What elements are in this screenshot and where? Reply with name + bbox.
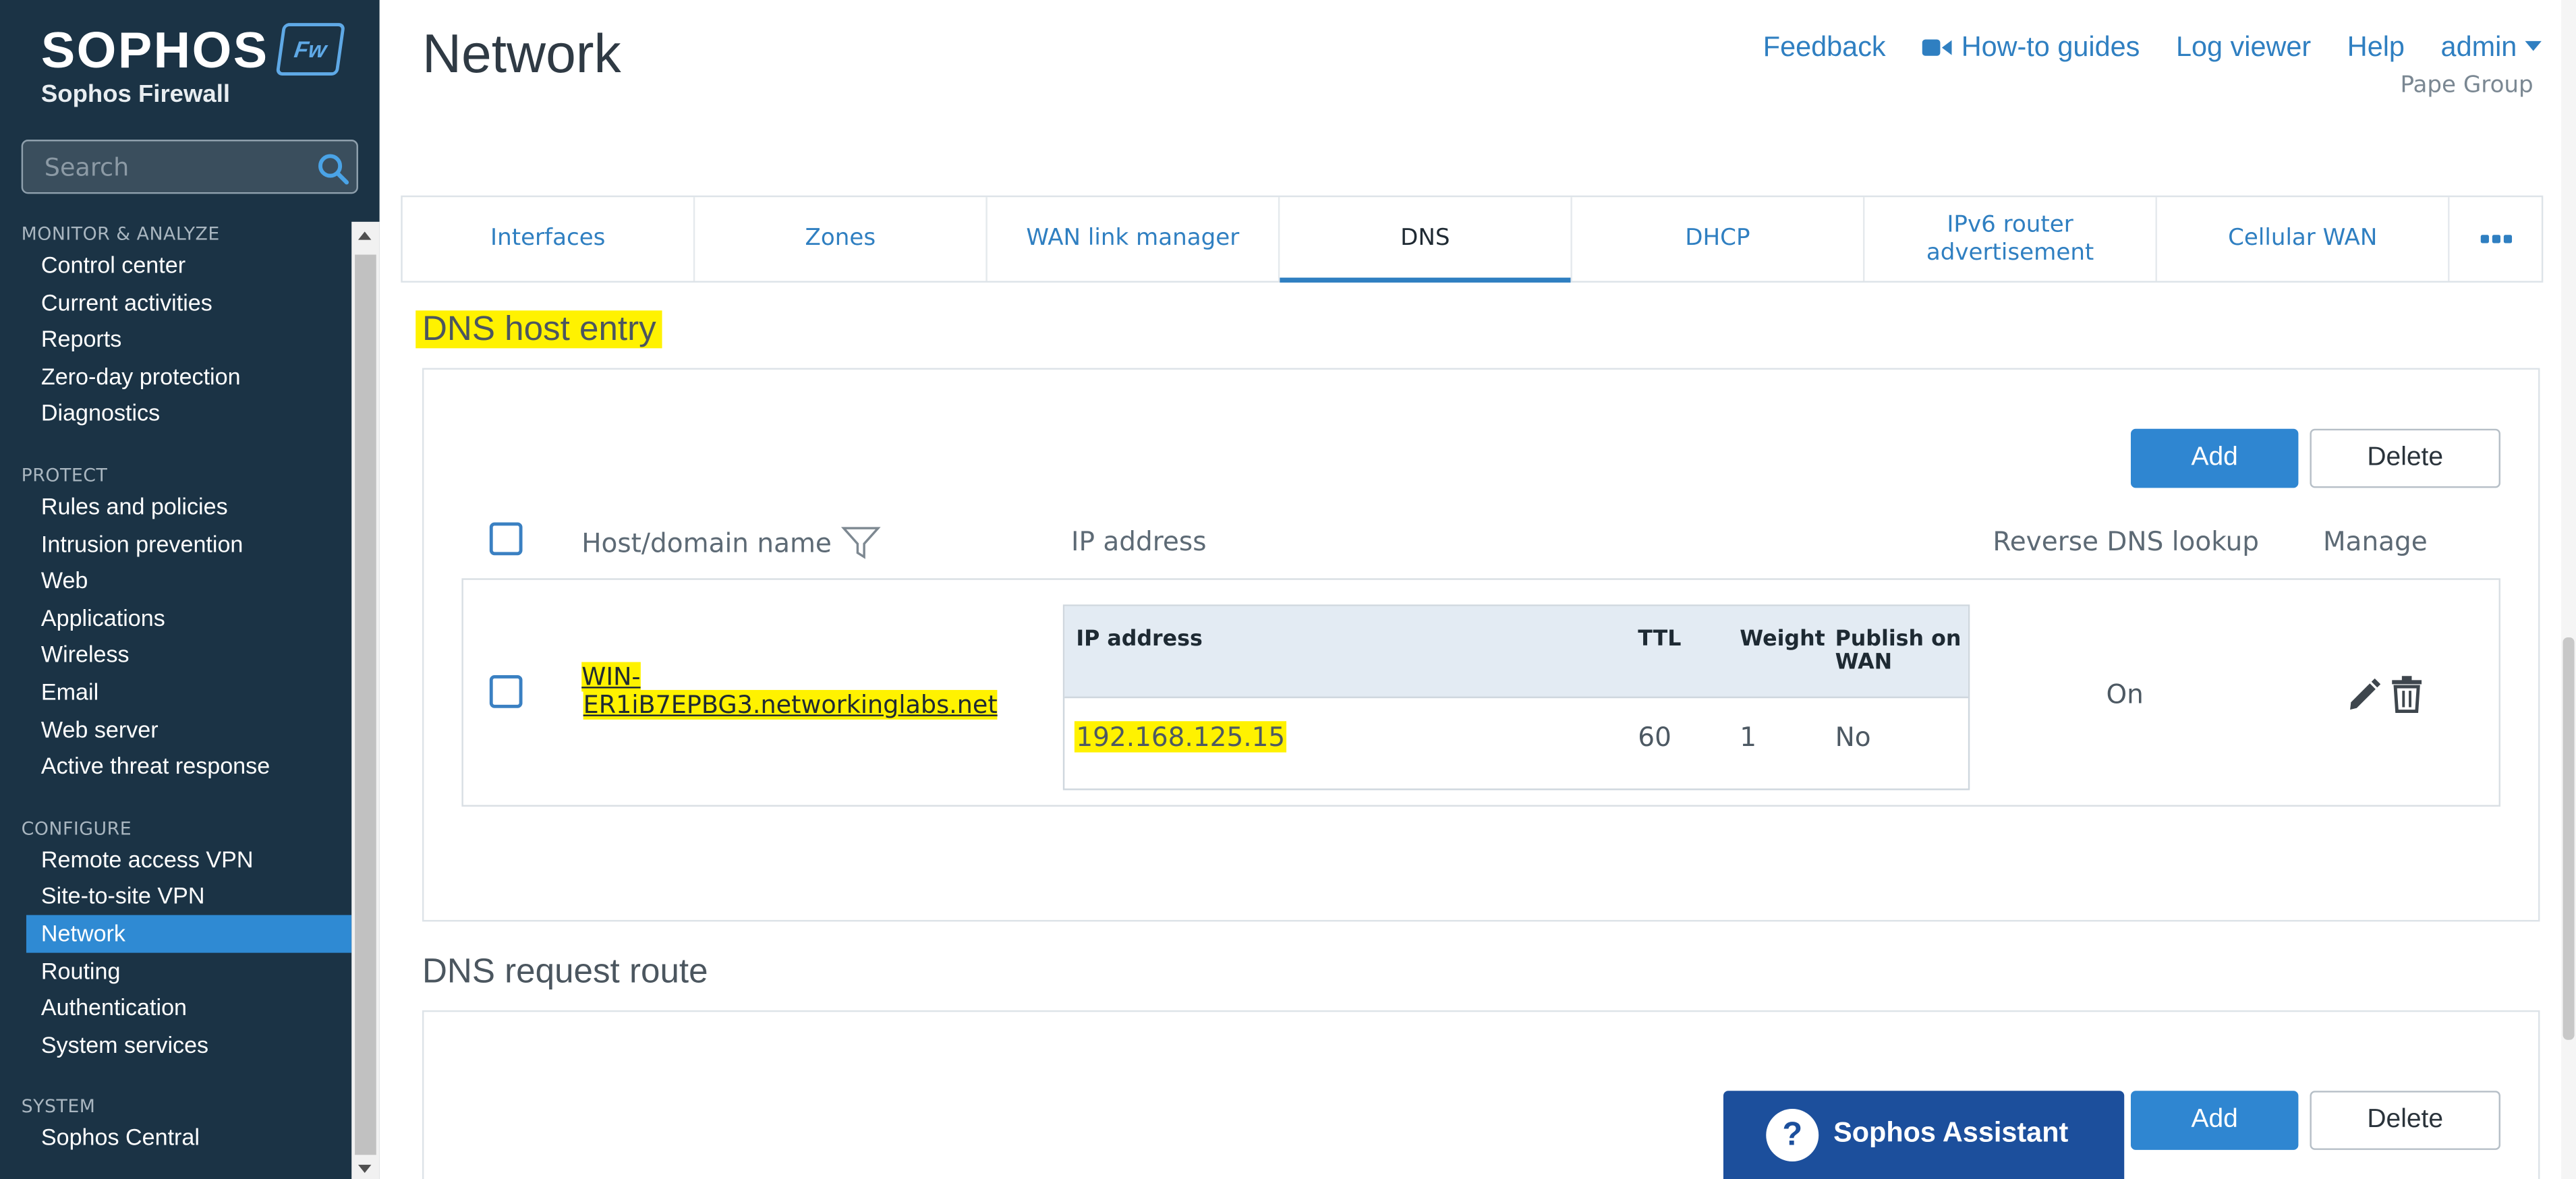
more-tabs-button[interactable] <box>2450 197 2542 281</box>
dns-request-route-title: DNS request route <box>422 952 708 991</box>
sidebar-item-email[interactable]: Email <box>0 673 351 710</box>
sidebar-item-intrusion-prevention[interactable]: Intrusion prevention <box>0 525 351 562</box>
filter-icon[interactable] <box>841 525 881 560</box>
top-links: Feedback How-to guides Log viewer Help a… <box>1727 31 2542 64</box>
sidebar-item-rules-and-policies[interactable]: Rules and policies <box>0 488 351 525</box>
sidebar-item-wireless[interactable]: Wireless <box>0 636 351 673</box>
sidebar-section-title: CONFIGURE <box>21 817 132 839</box>
username: admin <box>2440 31 2517 63</box>
fw-badge-icon: Fw <box>275 23 346 76</box>
tab-dhcp[interactable]: DHCP <box>1572 197 1865 281</box>
tab-zones[interactable]: Zones <box>695 197 988 281</box>
publish-value: No <box>1835 721 1871 753</box>
sidebar-section-title: SYSTEM <box>21 1096 96 1118</box>
assistant-label: Sophos Assistant <box>1833 1117 2069 1149</box>
feedback-link[interactable]: Feedback <box>1763 31 1886 64</box>
add-route-button[interactable]: Add <box>2130 1091 2299 1150</box>
brand: SOPHOS Sophos Firewall <box>40 21 269 109</box>
ip-value-text: 192.168.125.15 <box>1074 721 1287 753</box>
weight-value: 1 <box>1740 721 1757 753</box>
ip-value: 192.168.125.15 <box>1074 721 1287 753</box>
more-icon <box>2480 235 2511 243</box>
tab-ipv6-router-advertisement[interactable]: IPv6 router advertisement <box>1864 197 2158 281</box>
row-checkbox[interactable] <box>489 675 523 708</box>
col-ip-address: IP address <box>1071 525 1207 557</box>
search-icon[interactable] <box>317 153 350 186</box>
col-manage: Manage <box>2322 525 2428 557</box>
add-host-button[interactable]: Add <box>2130 428 2299 488</box>
col-host-domain: Host/domain name <box>581 527 832 559</box>
sophos-assistant-button[interactable]: ? Sophos Assistant <box>1723 1091 2125 1179</box>
tab-bar: Interfaces Zones WAN link manager DNS DH… <box>401 195 2544 283</box>
search-placeholder: Search <box>44 152 130 183</box>
tab-cellular-wan[interactable]: Cellular WAN <box>2157 197 2450 281</box>
search-input[interactable]: Search <box>21 140 358 194</box>
ttl-value: 60 <box>1638 721 1671 753</box>
sidebar-item-diagnostics[interactable]: Diagnostics <box>0 395 351 432</box>
sidebar-item-web-server[interactable]: Web server <box>0 710 351 747</box>
sidebar-item-applications[interactable]: Applications <box>0 599 351 636</box>
sidebar-item-site-to-site-vpn[interactable]: Site-to-site VPN <box>0 878 351 915</box>
tab-interfaces[interactable]: Interfaces <box>403 197 695 281</box>
scroll-down-icon[interactable] <box>357 1164 372 1174</box>
host-link[interactable]: WIN- ER1iB7EPBG3.networkinglabs.net <box>581 662 998 720</box>
sub-col-weight: Weight <box>1740 627 1825 652</box>
sidebar-section-title: MONITOR & ANALYZE <box>21 223 220 245</box>
sidebar-item-web[interactable]: Web <box>0 562 351 599</box>
ip-subtable: IP address TTL Weight Publish on WAN 192… <box>1062 604 1970 790</box>
delete-route-button[interactable]: Delete <box>2310 1091 2500 1150</box>
sidebar-nav: MONITOR & ANALYZE Control center Current… <box>0 210 352 1179</box>
log-viewer-link[interactable]: Log viewer <box>2176 31 2311 64</box>
scrollbar-thumb[interactable] <box>355 254 376 1155</box>
sub-col-ttl: TTL <box>1638 627 1682 652</box>
dns-host-entry-title: DNS host entry <box>416 310 663 349</box>
reverse-dns-value: On <box>2106 678 2144 710</box>
sidebar-item-system-services[interactable]: System services <box>0 1026 351 1063</box>
howto-link[interactable]: How-to guides <box>1922 31 2140 64</box>
delete-icon[interactable] <box>2391 675 2424 714</box>
host-line-2: ER1iB7EPBG3.networkinglabs.net <box>583 689 998 720</box>
page-title: Network <box>422 23 621 84</box>
howto-label: How-to guides <box>1961 31 2140 63</box>
tab-wan-link-manager[interactable]: WAN link manager <box>988 197 1280 281</box>
org-name: Pape Group <box>2400 72 2534 99</box>
user-menu[interactable]: admin <box>2441 31 2542 64</box>
scroll-up-icon[interactable] <box>357 231 372 240</box>
select-all-checkbox[interactable] <box>489 522 523 556</box>
dns-host-entry-label: DNS host entry <box>416 310 663 349</box>
video-camera-icon <box>1922 39 1952 56</box>
sidebar-item-routing[interactable]: Routing <box>0 952 351 989</box>
sidebar-section-title: PROTECT <box>21 465 108 486</box>
sidebar-item-authentication[interactable]: Authentication <box>0 989 351 1026</box>
tab-dns[interactable]: DNS <box>1280 197 1572 283</box>
sidebar-item-current-activities[interactable]: Current activities <box>0 283 351 320</box>
sidebar-item-remote-access-vpn[interactable]: Remote access VPN <box>0 840 351 878</box>
sophos-logo: SOPHOS <box>40 21 269 79</box>
col-reverse-dns: Reverse DNS lookup <box>1993 525 2260 557</box>
sidebar-item-control-center[interactable]: Control center <box>0 246 351 283</box>
sidebar-item-network[interactable]: Network <box>26 915 352 952</box>
sidebar-item-sophos-central[interactable]: Sophos Central <box>0 1119 351 1156</box>
sidebar-item-zero-day-protection[interactable]: Zero-day protection <box>0 357 351 395</box>
help-link[interactable]: Help <box>2347 31 2405 64</box>
chevron-down-icon <box>2525 40 2542 51</box>
page-scrollbar[interactable] <box>2561 0 2576 1179</box>
edit-icon[interactable] <box>2346 677 2382 713</box>
product-name: Sophos Firewall <box>40 80 231 109</box>
question-icon: ? <box>1766 1109 1819 1161</box>
page-scrollbar-thumb[interactable] <box>2563 637 2575 1040</box>
sub-col-ip: IP address <box>1076 627 1203 652</box>
host-line-1: WIN- <box>581 662 641 692</box>
sidebar: SOPHOS Sophos Firewall Fw Search MONITOR… <box>0 0 380 1179</box>
sidebar-item-reports[interactable]: Reports <box>0 320 351 357</box>
sidebar-item-active-threat-response[interactable]: Active threat response <box>0 748 351 785</box>
sub-col-publish: Publish on WAN <box>1835 627 1962 676</box>
delete-host-button[interactable]: Delete <box>2310 428 2500 488</box>
sidebar-scrollbar[interactable] <box>351 221 380 1179</box>
